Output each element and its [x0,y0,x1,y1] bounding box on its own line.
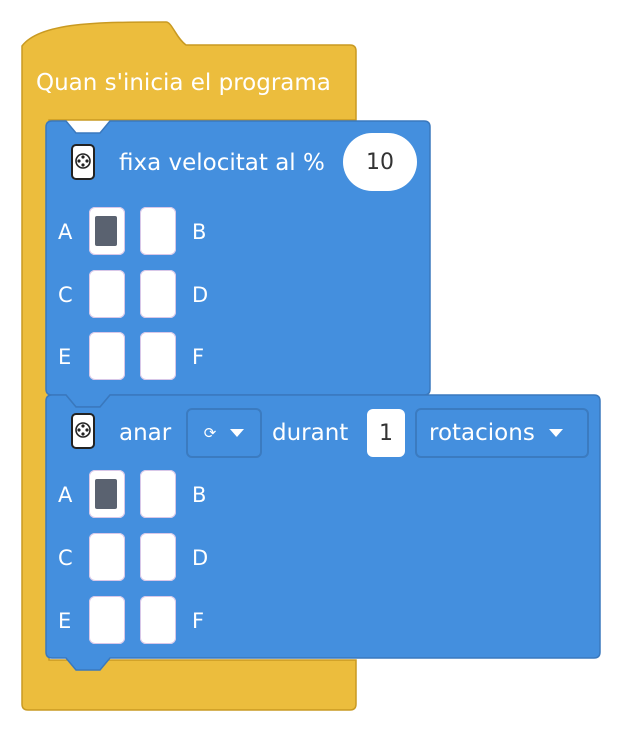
port-letter-d: D [192,546,209,570]
port-f-toggle[interactable] [140,596,176,644]
port-letter-c: C [58,546,73,570]
port-letter-b: B [192,483,207,507]
port-letter-e: E [58,609,72,633]
unit-dropdown[interactable]: rotacions [415,408,589,458]
port-b-toggle[interactable] [140,470,176,518]
amount-input[interactable]: 1 [367,409,405,457]
port-a-toggle[interactable] [89,470,125,518]
chevron-down-icon [548,429,563,437]
move-go-label: anar [119,420,172,446]
clockwise-icon: ⟳ [203,424,217,442]
motor-hub-icon [71,413,95,449]
port-letter-f: F [192,609,205,633]
amount-value-text: 1 [379,420,393,446]
port-c-toggle[interactable] [89,533,125,581]
unit-dropdown-label: rotacions [429,420,535,446]
direction-dropdown[interactable]: ⟳ [186,408,262,458]
port-e-toggle[interactable] [89,596,125,644]
chevron-down-icon [230,429,245,437]
move-for-label: durant [272,420,349,446]
port-d-toggle[interactable] [140,533,176,581]
port-letter-a: A [58,483,73,507]
